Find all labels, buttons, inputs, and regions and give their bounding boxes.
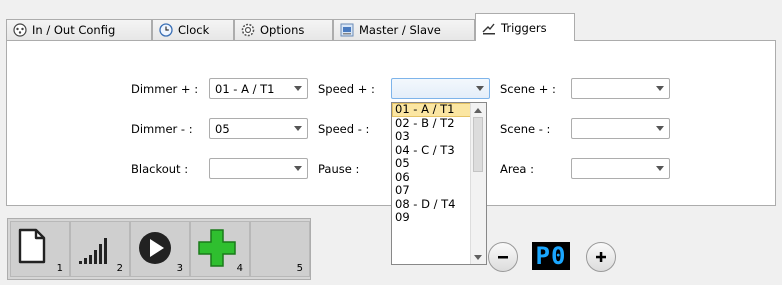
cue-bar: 1 2 3 4 5 bbox=[7, 218, 311, 280]
scrollbar-thumb[interactable] bbox=[473, 117, 483, 172]
cue-number: 1 bbox=[56, 263, 63, 274]
blackout-select[interactable] bbox=[209, 158, 308, 179]
area-label: Area : bbox=[500, 162, 534, 176]
scroll-up-arrow-icon[interactable] bbox=[474, 108, 482, 113]
cue-number: 2 bbox=[116, 263, 123, 274]
scene-minus-select[interactable] bbox=[571, 118, 670, 139]
tab-master-slave-label: Master / Slave bbox=[359, 23, 441, 37]
dropdown-option[interactable]: 04 - C / T3 bbox=[392, 143, 472, 158]
dropdown-option[interactable]: 02 - B / T2 bbox=[392, 116, 472, 131]
chevron-down-icon bbox=[476, 86, 484, 91]
triggers-icon bbox=[482, 21, 496, 35]
blackout-label: Blackout : bbox=[131, 162, 189, 176]
tab-master-slave[interactable]: Master / Slave bbox=[333, 19, 475, 40]
scene-minus-label: Scene - : bbox=[500, 122, 551, 136]
dimmer-plus-select[interactable]: 01 - A / T1 bbox=[209, 78, 308, 99]
cue-button-4[interactable]: 4 bbox=[190, 221, 250, 277]
dimmer-plus-value: 01 - A / T1 bbox=[215, 81, 275, 96]
tab-triggers-label: Triggers bbox=[501, 20, 547, 35]
chevron-down-icon bbox=[656, 126, 664, 131]
new-document-icon bbox=[18, 228, 46, 264]
cue-number: 5 bbox=[296, 263, 303, 274]
cue-number: 4 bbox=[236, 263, 243, 274]
scene-plus-select[interactable] bbox=[571, 78, 670, 99]
tab-options[interactable]: Options bbox=[234, 19, 333, 40]
play-icon bbox=[139, 232, 171, 264]
dropdown-option[interactable]: 03 bbox=[392, 129, 472, 144]
page-plus-button[interactable] bbox=[586, 242, 616, 272]
chevron-down-icon bbox=[294, 166, 302, 171]
speed-plus-select[interactable] bbox=[391, 78, 490, 99]
speed-plus-label: Speed + : bbox=[318, 82, 375, 96]
cue-button-3[interactable]: 3 bbox=[130, 221, 190, 277]
tab-inout-config-label: In / Out Config bbox=[32, 23, 116, 37]
dimmer-plus-label: Dimmer + : bbox=[131, 82, 199, 96]
scroll-down-arrow-icon[interactable] bbox=[474, 255, 482, 260]
area-select[interactable] bbox=[571, 158, 670, 179]
scene-plus-label: Scene + : bbox=[500, 82, 556, 96]
dropdown-items: 01 - A / T1 02 - B / T2 03 04 - C / T3 05 06 0… bbox=[392, 102, 472, 225]
pause-label: Pause : bbox=[318, 162, 360, 176]
cue-button-5[interactable]: 5 bbox=[250, 221, 310, 277]
tab-bar: In / Out Config Clock Options Master / S… bbox=[6, 12, 776, 42]
chevron-down-icon bbox=[656, 166, 664, 171]
tab-clock-label: Clock bbox=[178, 23, 210, 37]
minus-icon bbox=[498, 256, 508, 259]
inout-config-icon bbox=[13, 23, 27, 37]
chevron-down-icon bbox=[294, 126, 302, 131]
dropdown-option[interactable]: 06 bbox=[392, 170, 472, 185]
speed-minus-label: Speed - : bbox=[318, 122, 370, 136]
dropdown-option[interactable]: 08 - D / T4 bbox=[392, 197, 472, 212]
dropdown-scrollbar[interactable] bbox=[470, 103, 486, 264]
speed-plus-dropdown-list: 01 - A / T1 02 - B / T2 03 04 - C / T3 05 06 0… bbox=[391, 102, 487, 265]
cue-number: 3 bbox=[176, 263, 183, 274]
tab-triggers[interactable]: Triggers bbox=[475, 13, 575, 42]
tab-inout-config[interactable]: In / Out Config bbox=[6, 19, 152, 40]
dropdown-option[interactable]: 09 bbox=[392, 210, 472, 225]
gear-icon bbox=[241, 23, 255, 37]
cue-button-2[interactable]: 2 bbox=[70, 221, 130, 277]
cue-button-1[interactable]: 1 bbox=[10, 221, 70, 277]
signal-bars-icon bbox=[79, 238, 107, 264]
page-display: P0 bbox=[532, 242, 570, 270]
dimmer-minus-label: Dimmer - : bbox=[131, 122, 193, 136]
master-slave-icon bbox=[340, 23, 354, 37]
chevron-down-icon bbox=[294, 86, 302, 91]
chevron-down-icon bbox=[656, 86, 664, 91]
clock-icon bbox=[159, 23, 173, 37]
tab-options-label: Options bbox=[260, 23, 305, 37]
dropdown-option[interactable]: 05 bbox=[392, 156, 472, 171]
green-plus-icon bbox=[198, 229, 236, 267]
dropdown-option[interactable]: 01 - A / T1 bbox=[392, 102, 472, 117]
page-minus-button[interactable] bbox=[488, 242, 518, 272]
dimmer-minus-value: 05 bbox=[215, 121, 230, 136]
dimmer-minus-select[interactable]: 05 bbox=[209, 118, 308, 139]
tab-clock[interactable]: Clock bbox=[152, 19, 234, 40]
dropdown-option[interactable]: 07 bbox=[392, 183, 472, 198]
plus-icon bbox=[596, 252, 606, 262]
